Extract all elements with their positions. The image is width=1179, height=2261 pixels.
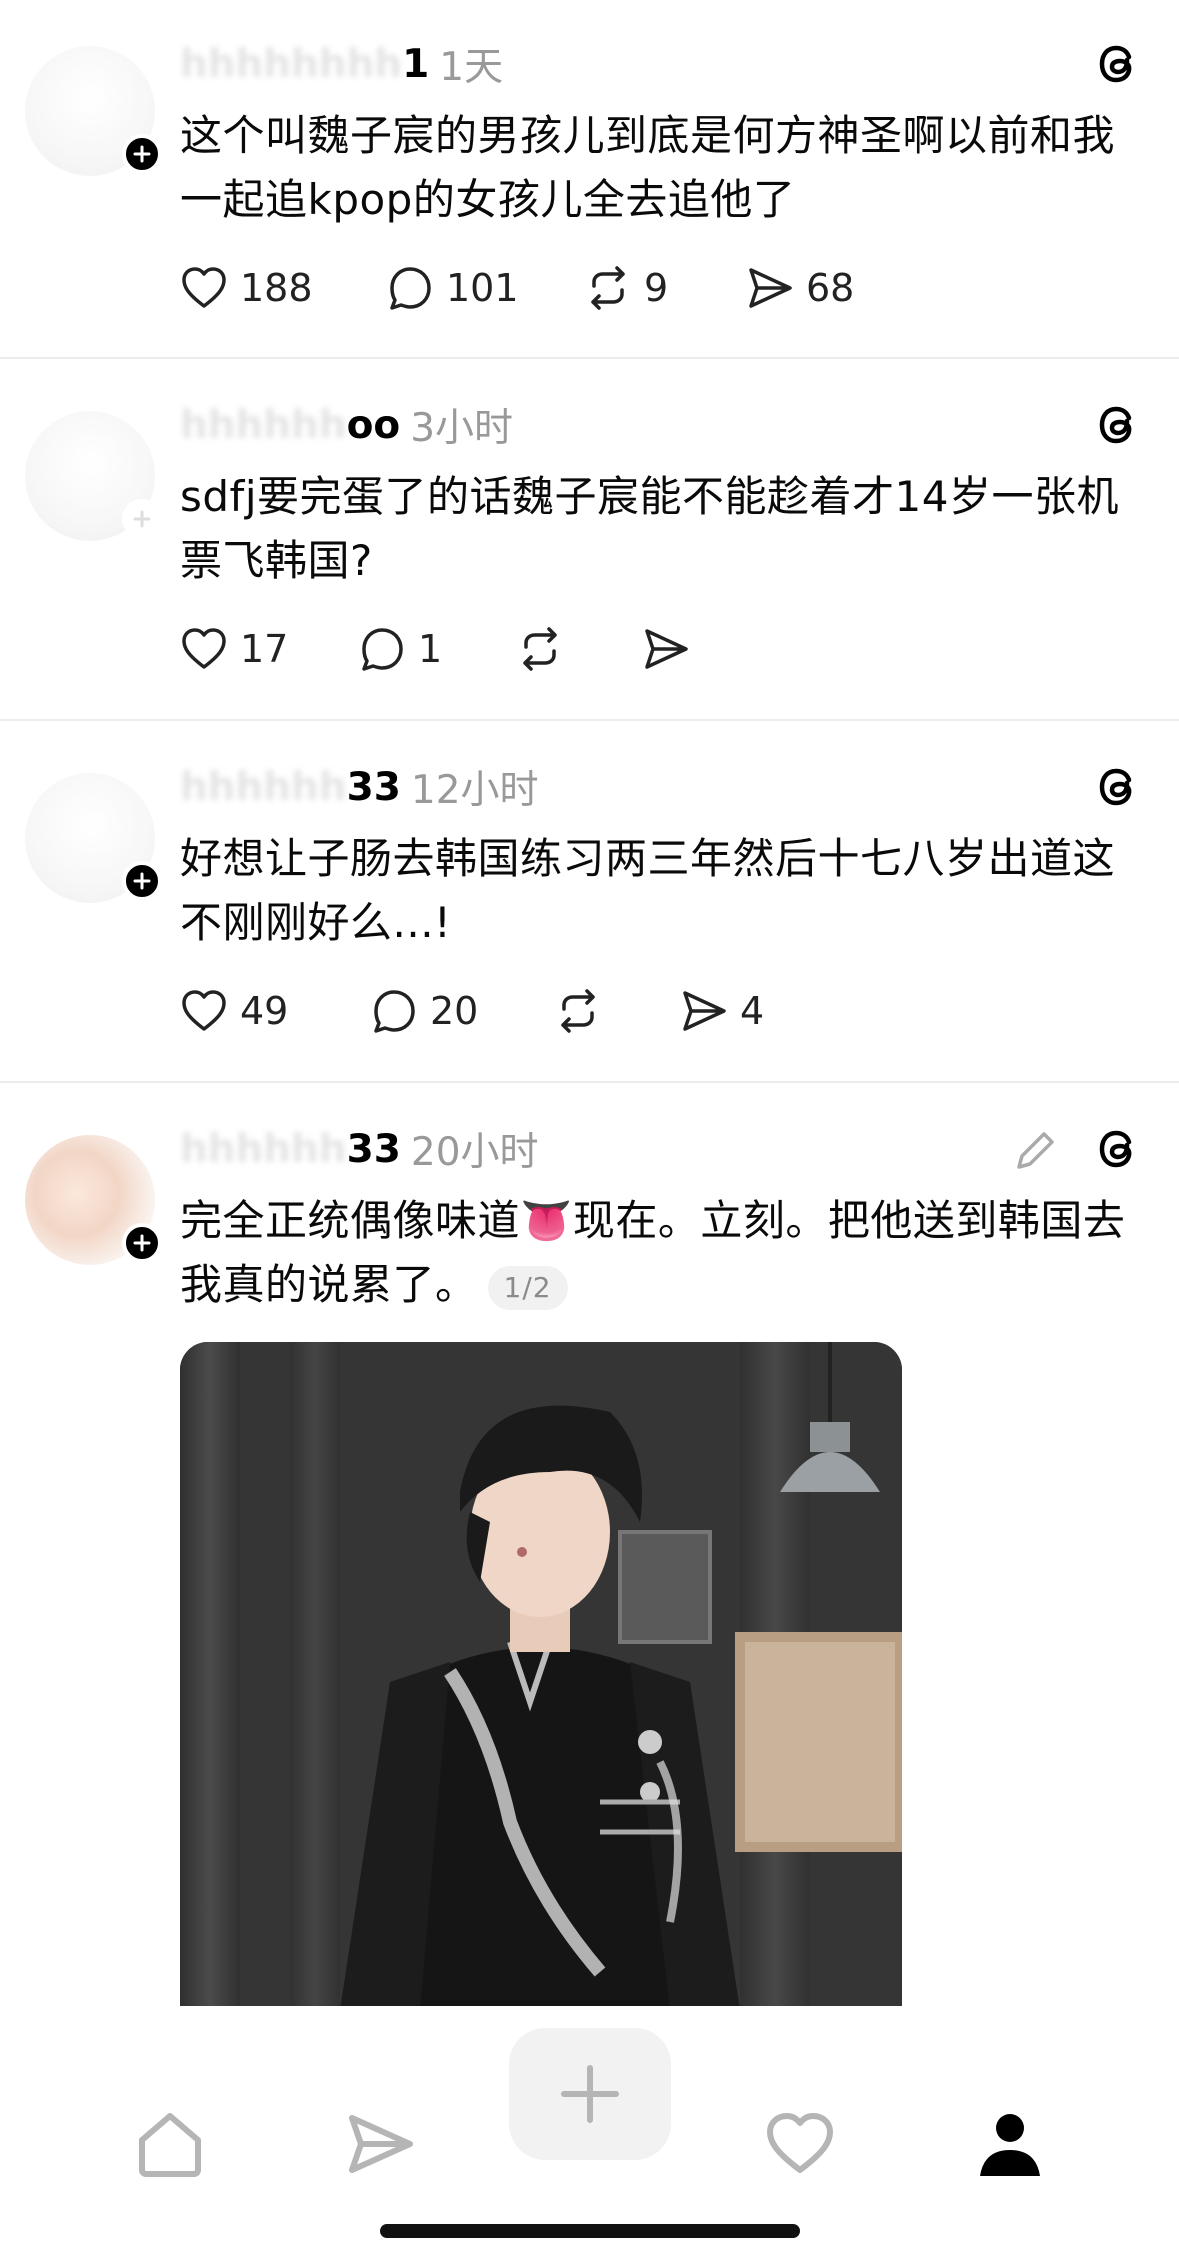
post-text: 好想让子肠去韩国练习两三年然后十七八岁出道这不刚刚好么...!	[180, 834, 1116, 947]
send-icon	[749, 268, 792, 308]
comment-icon	[390, 267, 431, 310]
username[interactable]: hhhhhh33	[180, 765, 401, 810]
timestamp: 1天	[439, 45, 504, 90]
post-header: hhhhhh33 20小时	[180, 1121, 539, 1177]
nav-activity[interactable]	[720, 2064, 880, 2224]
share-count: 4	[740, 989, 765, 1033]
username[interactable]: hhhhhhhh1	[180, 42, 429, 87]
nav-search[interactable]	[300, 2064, 460, 2224]
repost-button[interactable]	[552, 981, 614, 1041]
comment-icon	[362, 628, 403, 671]
reply-button[interactable]: 20	[368, 981, 478, 1041]
pencil-icon[interactable]	[1011, 1125, 1061, 1175]
threads-logo-icon[interactable]	[1091, 399, 1143, 451]
like-button[interactable]: 17	[178, 619, 288, 679]
post-3[interactable]: hhhhhh33 12小时 好想让子肠去韩国练习两三年然后十七八岁出道这不刚刚好…	[0, 721, 1179, 1081]
post-text: 完全正统偶像味道👅现在。立刻。把他送到韩国去我真的说累了。 1/2	[180, 1189, 1140, 1317]
reply-button[interactable]: 1	[356, 619, 442, 679]
reply-count: 101	[446, 266, 519, 310]
tongue-emoji: 👅	[520, 1196, 573, 1245]
threads-logo-icon[interactable]	[1091, 761, 1143, 813]
share-button[interactable]: 68	[744, 258, 854, 318]
repost-button[interactable]	[514, 619, 576, 679]
timestamp: 12小时	[410, 768, 539, 813]
like-button[interactable]: 49	[178, 981, 288, 1041]
comment-icon	[374, 990, 415, 1033]
threads-logo-icon[interactable]	[1091, 38, 1143, 90]
send-icon	[683, 991, 726, 1031]
username[interactable]: hhhhhhoo	[180, 403, 400, 448]
heart-icon	[182, 990, 226, 1031]
share-button[interactable]: 4	[678, 981, 764, 1041]
post-2[interactable]: hhhhhhoo 3小时 sdfj要完蛋了的话魏子宸能不能趁着才14岁一张机票飞…	[0, 359, 1179, 719]
post-1[interactable]: hhhhhhhh1 1天 这个叫魏子宸的男孩儿到底是何方神圣啊以前和我一起追kp…	[0, 0, 1179, 355]
reply-count: 20	[430, 989, 479, 1033]
action-bar: 17 1	[178, 619, 738, 679]
heart-icon	[767, 2113, 833, 2173]
share-count: 68	[806, 266, 855, 310]
like-count: 188	[240, 266, 313, 310]
repost-button[interactable]: 9	[582, 258, 668, 318]
nav-create-button[interactable]	[509, 2028, 671, 2160]
heart-icon	[182, 267, 226, 308]
post-text: 这个叫魏子宸的男孩儿到底是何方神圣啊以前和我一起追kpop的女孩儿全去追他了	[180, 111, 1116, 224]
username[interactable]: hhhhhh33	[180, 1127, 401, 1172]
home-indicator	[380, 2224, 800, 2238]
reply-button[interactable]: 101	[384, 258, 519, 318]
repost-icon	[561, 989, 595, 1033]
post-header: hhhhhhoo 3小时	[180, 397, 513, 453]
performer-photo-illustration	[180, 1342, 902, 2010]
post-header: hhhhhhhh1 1天	[180, 36, 503, 92]
post-image[interactable]	[180, 1342, 902, 2010]
send-icon	[645, 629, 688, 669]
action-bar: 188 101 9 68	[178, 258, 898, 318]
heart-icon	[182, 628, 226, 669]
bottom-nav	[0, 2006, 1179, 2261]
like-button[interactable]: 188	[178, 258, 313, 318]
repost-icon	[523, 627, 557, 671]
like-count: 49	[240, 989, 289, 1033]
post-text: sdfj要完蛋了的话魏子宸能不能趁着才14岁一张机票飞韩国?	[180, 472, 1119, 585]
home-icon	[139, 2113, 201, 2177]
repost-icon	[591, 266, 625, 310]
send-icon	[349, 2115, 413, 2173]
follow-plus-icon[interactable]	[122, 1223, 162, 1263]
nav-profile[interactable]	[930, 2064, 1090, 2224]
post-text-part-1: 完全正统偶像味道	[180, 1196, 521, 1245]
like-count: 17	[240, 627, 289, 671]
nav-home[interactable]	[90, 2064, 250, 2224]
share-button[interactable]	[640, 619, 702, 679]
repost-count: 9	[644, 266, 669, 310]
action-bar: 49 20 4	[178, 981, 778, 1041]
follow-plus-icon[interactable]	[122, 861, 162, 901]
profile-icon	[980, 2114, 1040, 2176]
follow-plus-icon[interactable]	[122, 499, 162, 539]
timestamp: 3小时	[410, 406, 514, 451]
reply-count: 1	[418, 627, 443, 671]
image-counter-badge: 1/2	[487, 1265, 568, 1310]
threads-logo-icon[interactable]	[1091, 1123, 1143, 1175]
follow-plus-icon[interactable]	[122, 134, 162, 174]
timestamp: 20小时	[410, 1130, 539, 1175]
post-header: hhhhhh33 12小时	[180, 759, 539, 815]
plus-icon	[561, 2065, 619, 2123]
